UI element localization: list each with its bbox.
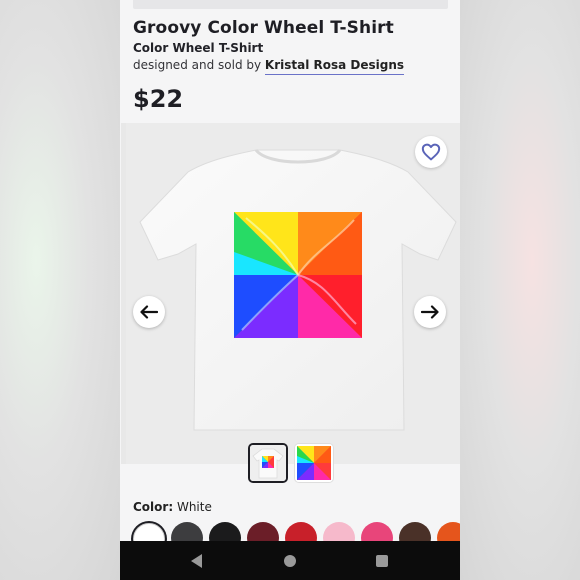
gallery-stage [126,123,460,464]
product-title: Groovy Color Wheel T-Shirt [133,18,394,38]
arrow-left-icon [140,305,158,319]
triangle-back-icon[interactable] [191,554,202,568]
background-blur-right [460,0,580,580]
design-thumbnail-image [295,444,333,482]
color-selected-value: White [176,500,212,514]
byline-prefix: designed and sold by [133,58,262,72]
gallery-prev-button[interactable] [133,296,165,328]
background-blur-left [0,0,120,580]
heart-outline-icon [421,143,441,161]
arrow-right-icon [421,305,439,319]
product-price: $22 [133,85,184,113]
tshirt-thumbnail[interactable] [248,443,288,483]
color-label: Color: White [133,500,212,514]
circle-home-icon[interactable] [284,555,296,567]
designer-link[interactable]: Kristal Rosa Designs [264,58,405,75]
square-recents-icon[interactable] [376,555,388,567]
design-thumbnail[interactable] [294,443,334,483]
android-navigation-bar [120,541,460,580]
product-byline: designed and sold by Kristal Rosa Design… [133,58,405,75]
gallery-next-button[interactable] [414,296,446,328]
product-gallery[interactable] [121,123,460,464]
tshirt-thumbnail-image [250,445,286,481]
favorite-button[interactable] [415,136,447,168]
color-label-title: Color: [133,500,174,514]
phone-screen: Groovy Color Wheel T-Shirt Color Wheel T… [120,0,460,580]
top-bar-remnant [133,0,448,9]
product-subtitle: Color Wheel T-Shirt [133,41,264,55]
tshirt-image [139,148,457,431]
